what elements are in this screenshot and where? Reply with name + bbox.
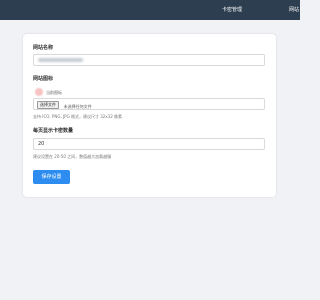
site-name-input[interactable] [33, 54, 265, 66]
top-navbar: 卡密管理 网站 [0, 0, 300, 20]
cards-per-page-help-text: 建议设置在 20-50 之间，数值越大加载越慢 [33, 154, 112, 159]
site-icon-help-text: 支持 ICO, PNG, JPG 格式，建议尺寸 32x32 像素 [33, 114, 123, 119]
site-icon-file-input[interactable]: 选择文件 未选择任何文件 [33, 98, 265, 110]
site-name-value-redacted [38, 58, 83, 62]
cards-per-page-input[interactable]: 20 [33, 138, 265, 150]
choose-file-button[interactable]: 选择文件 [37, 101, 59, 109]
settings-card: 网站名称 网站图标 当前图标 选择文件 未选择任何文件 支持 ICO, PNG,… [23, 34, 276, 197]
nav-website[interactable]: 网站 [289, 6, 299, 13]
nav-card-management[interactable]: 卡密管理 [222, 6, 242, 13]
current-favicon-image [35, 88, 43, 96]
site-icon-label: 网站图标 [33, 76, 54, 82]
save-settings-button[interactable]: 保存设置 [33, 170, 70, 184]
file-status-text: 未选择任何文件 [63, 104, 92, 109]
cards-per-page-label: 每页显示卡密数量 [33, 128, 74, 134]
current-icon-caption: 当前图标 [46, 90, 62, 95]
site-name-label: 网站名称 [33, 45, 54, 51]
